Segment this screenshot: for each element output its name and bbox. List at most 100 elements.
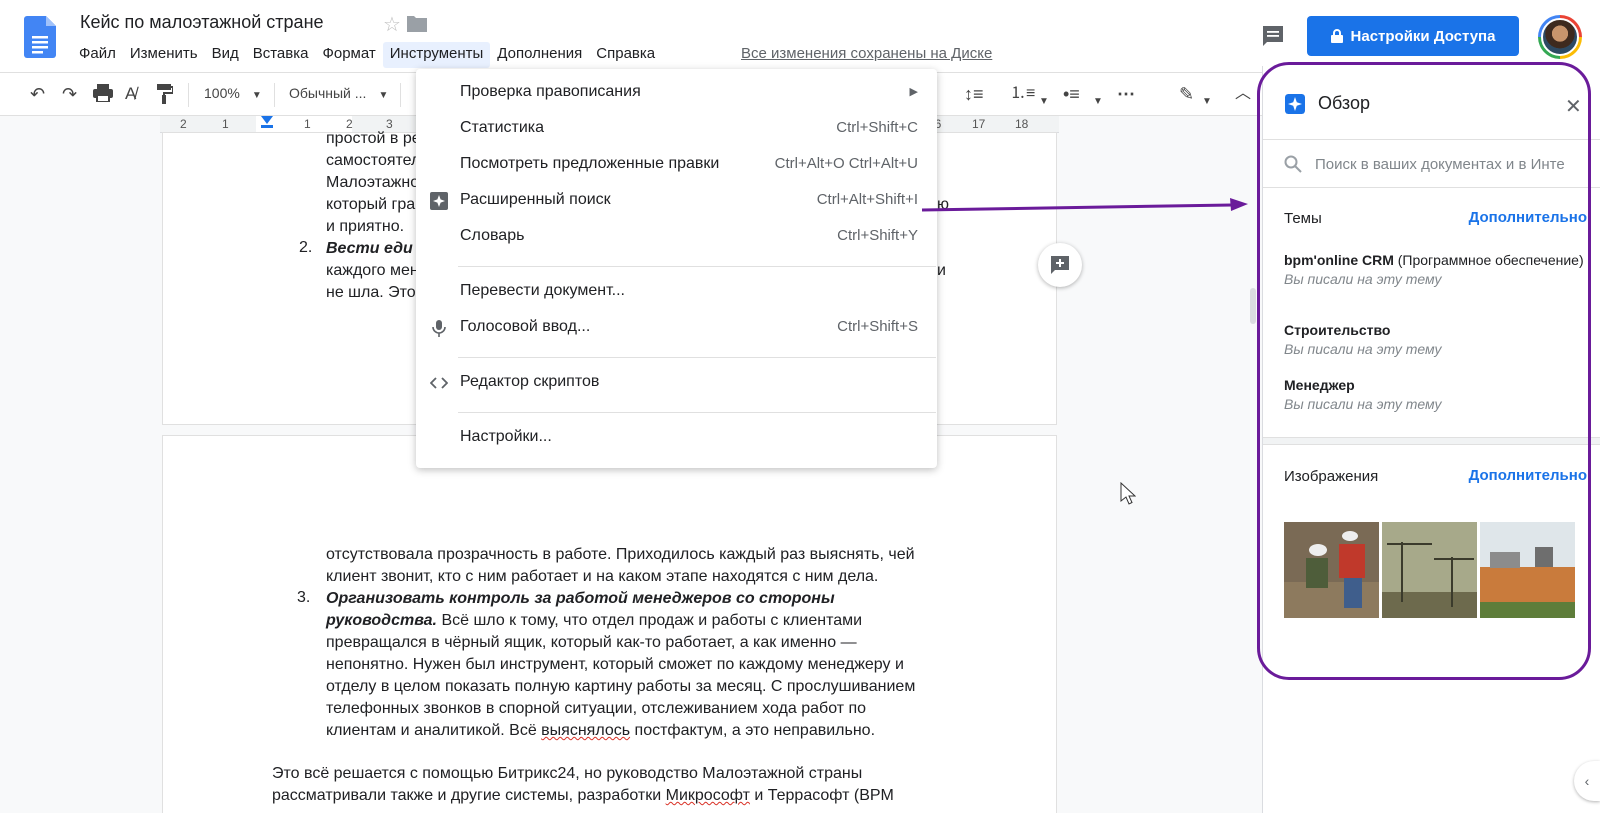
numbered-list-icon[interactable]: ⒈≡ — [1010, 83, 1035, 105]
paragraph-style-select[interactable]: Обычный ... ▼ — [289, 85, 388, 101]
text-line: Организовать контроль за работой менедже… — [326, 590, 835, 607]
menu-bar: Файл Изменить Вид Вставка Формат Инструм… — [72, 42, 662, 68]
explore-panel: Обзор ✕ Темы Дополнительно bpm'online CR… — [1262, 66, 1600, 813]
bulleted-list-caret-icon[interactable]: ▼ — [1093, 87, 1103, 113]
section-divider — [1263, 437, 1600, 445]
image-thumbnail-site[interactable] — [1480, 522, 1575, 618]
menu-item-explore[interactable]: Расширенный поиск Ctrl+Alt+Shift+I — [416, 184, 937, 218]
bulleted-list-icon[interactable]: •≡ — [1063, 83, 1080, 105]
document-page-2[interactable]: отсутствовала прозрачность в работе. При… — [163, 436, 1056, 813]
explore-search — [1263, 140, 1600, 188]
text-line: самостоятел — [326, 152, 421, 169]
menu-item-script-editor[interactable]: Редактор скриптов — [416, 366, 937, 400]
microphone-icon — [432, 320, 446, 337]
share-button-label: Настройки Доступа — [1350, 27, 1496, 45]
line-spacing-icon[interactable]: ↕≡ — [964, 83, 984, 105]
code-icon — [430, 377, 448, 389]
lock-icon — [1330, 29, 1343, 43]
comment-history-icon[interactable] — [1261, 24, 1285, 48]
mouse-cursor-icon — [1120, 482, 1136, 505]
star-icon[interactable]: ☆ — [383, 12, 401, 37]
add-comment-icon — [1051, 256, 1069, 274]
menu-item-preferences[interactable]: Настройки... — [416, 421, 937, 455]
menu-edit[interactable]: Изменить — [123, 42, 205, 68]
list-number: 3. — [297, 589, 311, 606]
close-icon[interactable]: ✕ — [1565, 94, 1582, 119]
text-line: рассматривали также и другие системы, ра… — [272, 787, 894, 804]
submenu-arrow-icon: ▶ — [909, 86, 918, 98]
explore-icon — [1285, 94, 1305, 114]
menu-insert[interactable]: Вставка — [246, 42, 316, 68]
menu-format[interactable]: Формат — [315, 42, 382, 68]
paint-format-icon[interactable] — [157, 84, 173, 104]
document-scrollbar[interactable] — [1250, 288, 1256, 324]
print-icon[interactable] — [93, 84, 113, 102]
annotation-arrow — [921, 198, 1248, 212]
menu-item-review-edits[interactable]: Посмотреть предложенные правки Ctrl+Alt+… — [416, 148, 937, 182]
text-fragment: и — [937, 262, 946, 279]
menu-file[interactable]: Файл — [72, 42, 123, 68]
document-title[interactable]: Кейс по малоэтажной стране — [80, 12, 324, 33]
text-line: руководства. Всё шло к тому, что отдел п… — [326, 612, 863, 629]
text-line: простой в ре — [326, 130, 421, 147]
text-line: Малоэтажно — [326, 174, 420, 191]
explore-panel-title: Обзор — [1318, 93, 1370, 113]
undo-icon[interactable]: ↶ — [30, 83, 45, 105]
explore-panel-header: Обзор ✕ — [1263, 66, 1600, 140]
menu-divider — [458, 266, 936, 267]
text-line: непонятно. Нужен был инструмент, который… — [326, 656, 904, 673]
indent-marker-icon[interactable] — [261, 116, 273, 128]
header: Кейс по малоэтажной стране ☆ Файл Измени… — [0, 0, 1600, 72]
topics-more-link[interactable]: Дополнительно — [1469, 209, 1587, 226]
google-docs-logo-icon[interactable] — [24, 16, 56, 58]
text-line: каждого мен — [326, 262, 419, 279]
explore-icon — [430, 192, 448, 210]
save-status-link[interactable]: Все изменения сохранены на Диске — [741, 45, 992, 62]
images-more-link[interactable]: Дополнительно — [1469, 467, 1587, 484]
menu-help[interactable]: Справка — [589, 42, 662, 68]
text-line: клиент звонит, кто с ним работает и на к… — [326, 568, 879, 585]
explore-search-input[interactable] — [1315, 150, 1595, 178]
images-title: Изображения — [1284, 468, 1379, 485]
list-number: 2. — [299, 239, 313, 256]
topics-title: Темы — [1284, 210, 1322, 227]
folder-icon[interactable] — [407, 14, 427, 32]
more-icon[interactable]: ⋯ — [1117, 83, 1135, 105]
text-line: Это всё решается с помощью Битрикс24, но… — [272, 765, 863, 782]
text-line: не шла. Это — [326, 284, 416, 301]
topic-item[interactable]: Менеджер Вы писали на эту тему — [1284, 377, 1584, 412]
tools-dropdown-menu: Проверка правописания ▶ Статистика Ctrl+… — [416, 69, 937, 468]
menu-divider — [458, 412, 936, 413]
text-line: Вести еди — [326, 240, 413, 257]
text-line: отделу в целом показать полную картину р… — [326, 678, 916, 695]
menu-addons[interactable]: Дополнения — [490, 42, 589, 68]
add-comment-button[interactable] — [1038, 243, 1082, 287]
image-thumbnail-cranes[interactable] — [1382, 522, 1477, 618]
spellcheck-icon[interactable]: A̸ — [125, 83, 136, 105]
text-line: который гра — [326, 196, 416, 213]
text-line: и приятно. — [326, 218, 405, 235]
editing-mode-icon[interactable]: ✎ — [1179, 83, 1194, 105]
menu-item-translate[interactable]: Перевести документ... — [416, 275, 937, 309]
text-line: превращался в чёрный ящик, который как-т… — [326, 634, 857, 651]
user-avatar[interactable] — [1538, 15, 1582, 59]
menu-item-voice-typing[interactable]: Голосовой ввод... Ctrl+Shift+S — [416, 311, 937, 345]
share-button[interactable]: Настройки Доступа — [1307, 16, 1519, 56]
topic-item[interactable]: bpm'online CRM (Программное обеспечение)… — [1284, 252, 1584, 287]
menu-divider — [458, 357, 936, 358]
zoom-select[interactable]: 100% ▼ — [204, 85, 262, 101]
collapse-menus-icon[interactable]: ︿ — [1235, 83, 1251, 105]
redo-icon[interactable]: ↷ — [62, 83, 77, 105]
menu-tools[interactable]: Инструменты — [382, 42, 491, 68]
topic-item[interactable]: Строительство Вы писали на эту тему — [1284, 322, 1584, 357]
image-thumbnail-workers[interactable] — [1284, 522, 1379, 618]
menu-view[interactable]: Вид — [205, 42, 246, 68]
editing-mode-caret-icon[interactable]: ▼ — [1202, 87, 1212, 113]
menu-item-word-count[interactable]: Статистика Ctrl+Shift+C — [416, 112, 937, 146]
menu-item-spelling[interactable]: Проверка правописания ▶ — [416, 76, 937, 110]
menu-item-dictionary[interactable]: Словарь Ctrl+Shift+Y — [416, 220, 937, 254]
numbered-list-caret-icon[interactable]: ▼ — [1039, 87, 1049, 113]
text-line: клиентам и аналитикой. Всё выяснялось по… — [326, 722, 876, 739]
text-line: телефонных звонков в спорной ситуации, о… — [326, 700, 867, 717]
text-line: отсутствовала прозрачность в работе. При… — [326, 546, 915, 563]
